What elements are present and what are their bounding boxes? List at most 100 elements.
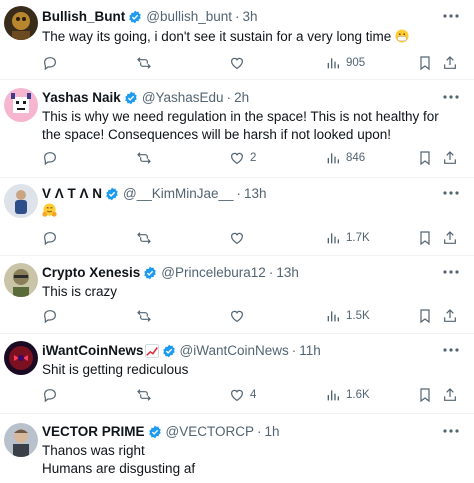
reply-icon (44, 389, 56, 403)
views-chart-icon (327, 153, 339, 164)
bookmark-icon (420, 231, 430, 246)
tweet[interactable]: V Λ T Λ N @__KimMinJae__ · 13h 1.7K (0, 178, 474, 256)
share-button[interactable] (442, 386, 458, 404)
author-name[interactable]: V Λ T Λ N (42, 186, 102, 201)
reply-icon (44, 310, 56, 324)
timestamp[interactable]: 11h (299, 343, 321, 358)
author-name[interactable]: Yashas Naik (42, 90, 121, 105)
retweet-button[interactable] (136, 149, 157, 167)
bookmark-icon (420, 56, 430, 71)
bookmark-button[interactable] (417, 229, 433, 247)
avatar[interactable] (4, 88, 38, 122)
author-handle[interactable]: @__KimMinJae__ (123, 186, 234, 201)
action-bar: 1.5K (42, 307, 460, 325)
tweet[interactable]: Yashas Naik @YashasEdu · 2h This is why … (0, 80, 474, 178)
avatar[interactable] (4, 263, 38, 297)
avatar[interactable] (4, 341, 38, 375)
more-options-icon[interactable] (442, 269, 460, 275)
avatar[interactable] (4, 423, 38, 457)
like-button[interactable] (229, 54, 250, 72)
retweet-icon (137, 310, 151, 322)
tweet-text: Shit is getting rediculous (42, 362, 189, 377)
like-button[interactable]: 2 (229, 149, 256, 167)
tweet-text: The way its going, i don't see it sustai… (42, 28, 456, 46)
author-handle[interactable]: @iWantCoinNews (180, 343, 289, 358)
heart-icon (231, 310, 243, 323)
bookmark-icon (420, 309, 430, 324)
share-button[interactable] (442, 229, 458, 247)
retweet-button[interactable] (136, 229, 157, 247)
heart-icon (231, 152, 243, 165)
share-icon (444, 309, 456, 322)
verified-badge-icon (106, 187, 118, 200)
timestamp[interactable]: 13h (244, 186, 267, 201)
views-chart-icon (327, 58, 339, 69)
author-name[interactable]: Bullish_Bunt (42, 9, 125, 24)
bookmark-icon (420, 151, 430, 166)
tweet[interactable]: VECTOR PRIME @VECTORCP · 1h Thanos was r… (0, 414, 474, 483)
avatar[interactable] (4, 6, 38, 40)
share-icon (444, 151, 456, 164)
reply-button[interactable] (42, 149, 63, 167)
author-handle[interactable]: @Princelebura12 (161, 265, 266, 280)
like-button[interactable] (229, 229, 250, 247)
share-button[interactable] (442, 149, 458, 167)
reply-icon (44, 152, 56, 166)
retweet-icon (137, 57, 151, 69)
tweet[interactable]: Crypto Xenesis @Princelebura12 · 13h Thi… (0, 256, 474, 334)
tweet[interactable]: Bullish_Bunt @bullish_bunt · 3h The way … (0, 0, 474, 80)
view-count: 1.5K (346, 310, 370, 322)
author-name[interactable]: VECTOR PRIME (42, 424, 145, 439)
views-button[interactable]: 846 (325, 149, 365, 167)
bookmark-icon (420, 388, 430, 403)
retweet-button[interactable] (136, 54, 157, 72)
separator-dot: · (235, 9, 240, 24)
retweet-button[interactable] (136, 307, 157, 325)
separator-dot: · (268, 265, 274, 280)
timestamp[interactable]: 3h (243, 9, 258, 24)
retweet-button[interactable] (136, 386, 157, 404)
more-options-icon[interactable] (442, 94, 460, 100)
views-button[interactable]: 1.5K (325, 307, 370, 325)
timestamp[interactable]: 1h (264, 424, 279, 439)
like-button[interactable]: 4 (229, 386, 256, 404)
verified-badge-icon (148, 425, 161, 438)
bookmark-button[interactable] (417, 307, 433, 325)
mask-face-emoji-icon (395, 29, 409, 43)
more-options-icon[interactable] (442, 13, 460, 19)
hugging-face-emoji-icon (42, 203, 57, 217)
author-handle[interactable]: @YashasEdu (142, 90, 224, 105)
more-options-icon[interactable] (442, 190, 460, 196)
action-bar: 905 (42, 54, 460, 72)
reply-button[interactable] (42, 307, 63, 325)
timestamp[interactable]: 13h (276, 265, 299, 280)
timestamp[interactable]: 2h (234, 90, 249, 105)
avatar[interactable] (4, 184, 38, 218)
more-options-icon[interactable] (442, 428, 460, 434)
share-icon (444, 388, 456, 401)
share-button[interactable] (442, 54, 458, 72)
author-name[interactable]: iWantCoinNews (42, 343, 144, 358)
views-button[interactable]: 1.7K (325, 229, 370, 247)
separator-dot: · (236, 186, 242, 201)
bookmark-button[interactable] (417, 386, 433, 404)
more-options-icon[interactable] (442, 347, 460, 353)
author-handle[interactable]: @VECTORCP (166, 424, 254, 439)
tweet[interactable]: iWantCoinNews @iWantCoinNews · 11h Shit … (0, 334, 474, 414)
retweet-icon (137, 152, 151, 164)
views-button[interactable]: 905 (325, 54, 365, 72)
view-count: 905 (346, 57, 366, 69)
view-count: 1.7K (346, 232, 370, 244)
share-button[interactable] (442, 307, 458, 325)
reply-button[interactable] (42, 54, 63, 72)
bookmark-button[interactable] (417, 54, 433, 72)
view-count: 1.6K (346, 389, 370, 401)
reply-button[interactable] (42, 229, 63, 247)
like-button[interactable] (229, 307, 250, 325)
tweet-text: This is crazy (42, 284, 118, 299)
author-name[interactable]: Crypto Xenesis (42, 265, 140, 280)
bookmark-button[interactable] (417, 149, 433, 167)
reply-button[interactable] (42, 386, 63, 404)
views-button[interactable]: 1.6K (325, 386, 370, 404)
author-handle[interactable]: @bullish_bunt (146, 9, 232, 24)
